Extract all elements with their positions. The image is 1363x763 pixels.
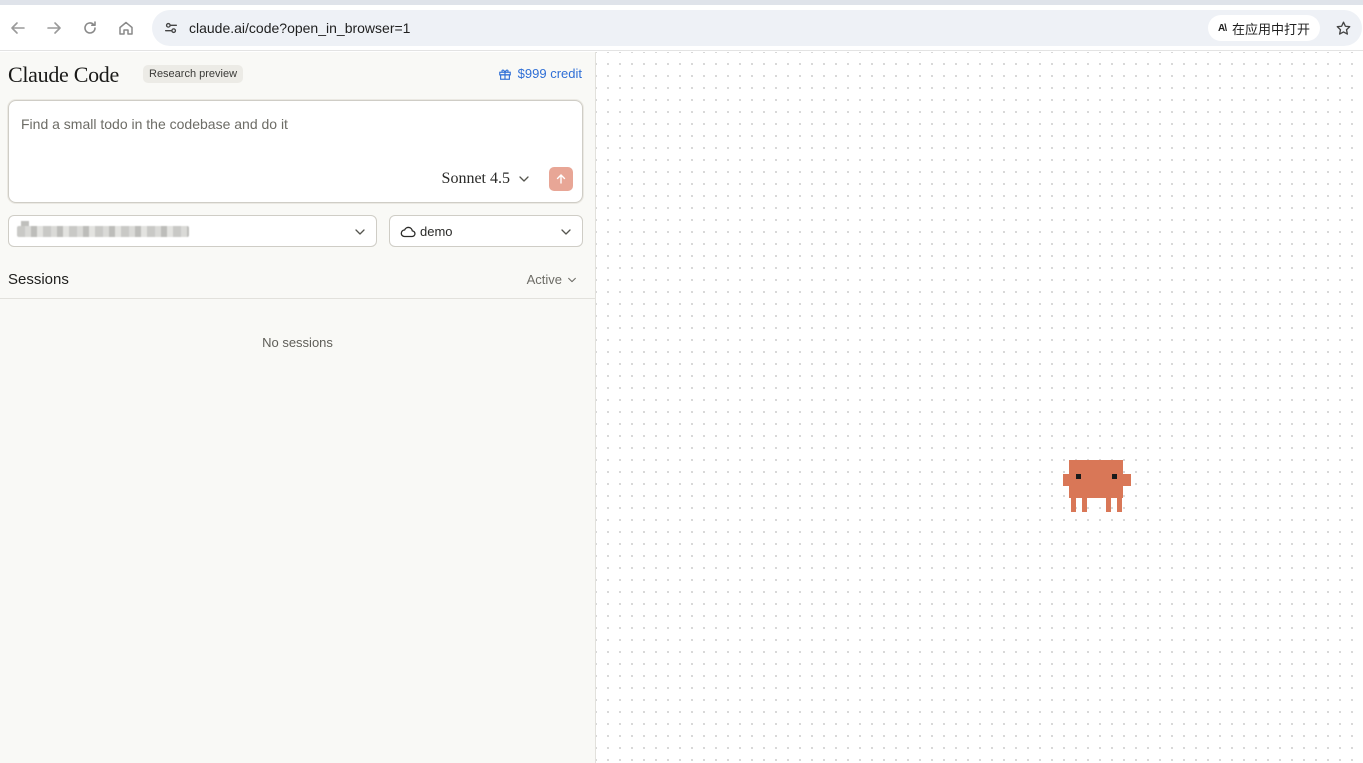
app-icon: A\ xyxy=(1217,22,1227,34)
chevron-down-icon xyxy=(568,277,576,282)
open-in-app-button[interactable]: A\ 在应用中打开 xyxy=(1207,15,1320,41)
address-bar[interactable]: claude.ai/code?open_in_browser=1 A\ 在应用中… xyxy=(152,10,1362,46)
research-preview-badge: Research preview xyxy=(143,65,244,83)
claude-mascot-icon xyxy=(1063,460,1131,512)
tune-icon[interactable] xyxy=(160,17,182,39)
chevron-down-icon xyxy=(519,176,529,182)
sessions-title: Sessions xyxy=(8,271,69,288)
gift-icon xyxy=(498,69,511,80)
chevron-down-icon xyxy=(561,229,571,235)
sessions-header: Sessions Active xyxy=(0,262,595,299)
environment-select[interactable]: demo xyxy=(389,215,583,247)
repository-select[interactable] xyxy=(8,215,377,247)
reload-icon[interactable] xyxy=(76,14,104,42)
left-panel: Claude Code Research preview $999 credit… xyxy=(0,52,596,763)
star-icon[interactable] xyxy=(1332,17,1354,39)
model-label: Sonnet 4.5 xyxy=(441,170,510,187)
prompt-composer[interactable]: Find a small todo in the codebase and do… xyxy=(8,100,583,203)
home-icon[interactable] xyxy=(112,14,140,42)
prompt-input[interactable]: Find a small todo in the codebase and do… xyxy=(21,116,288,132)
browser-toolbar: claude.ai/code?open_in_browser=1 A\ 在应用中… xyxy=(0,5,1363,51)
page-title: Claude Code xyxy=(8,62,119,87)
environment-label: demo xyxy=(420,224,453,239)
model-selector[interactable]: Sonnet 4.5 xyxy=(442,170,530,188)
sessions-filter[interactable]: Active xyxy=(527,272,577,287)
chevron-down-icon xyxy=(355,229,365,235)
open-in-app-label: 在应用中打开 xyxy=(1231,21,1310,37)
filter-label: Active xyxy=(526,272,562,287)
empty-state: No sessions xyxy=(262,335,333,350)
cloud-icon xyxy=(400,226,416,238)
redacted-text xyxy=(17,226,189,237)
credit-link[interactable]: $999 credit xyxy=(498,66,582,81)
arrow-right-icon[interactable] xyxy=(40,14,68,42)
arrow-left-icon[interactable] xyxy=(4,14,32,42)
arrow-up-icon xyxy=(556,174,566,184)
preview-canvas xyxy=(596,52,1363,763)
credit-label: $999 credit xyxy=(517,66,582,81)
url-text[interactable]: claude.ai/code?open_in_browser=1 xyxy=(189,20,410,36)
send-button[interactable] xyxy=(549,167,573,191)
